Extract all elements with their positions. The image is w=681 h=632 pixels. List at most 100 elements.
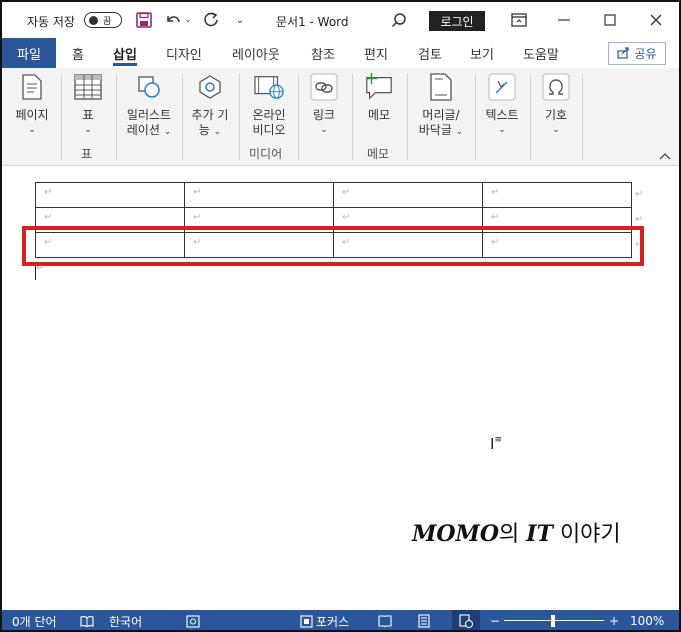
login-button[interactable]: 로그인 (429, 11, 485, 31)
table-cell[interactable]: ↵ (35, 182, 185, 208)
ribbon-divider (352, 74, 353, 160)
ribbon-insert: 페이지 ⌄ 표 ⌄ 표 일러스트 레이션 ⌄ 추가 기 능 ⌄ 온라인 비디오 … (2, 68, 679, 166)
ribbon-divider (61, 74, 62, 160)
header-footer-button[interactable]: 머리글/ 바닥글 ⌄ (412, 72, 470, 140)
table-button[interactable]: 표 ⌄ (68, 72, 108, 138)
ribbon-divider (298, 74, 299, 160)
online-video-icon (254, 72, 284, 102)
collapse-ribbon-icon[interactable] (659, 150, 671, 163)
chevron-down-icon: ⌄ (552, 125, 560, 135)
share-button[interactable]: 공유 (608, 42, 666, 65)
group-label-comments: 메모 (367, 147, 390, 161)
zoom-level[interactable]: 100% (630, 610, 664, 630)
header-footer-icon (426, 72, 456, 102)
ribbon-display-icon[interactable] (510, 12, 528, 28)
share-label: 공유 (634, 47, 657, 61)
ribbon-tabs: 파일 홈 삽입 디자인 레이아웃 참조 편지 검토 보기 도움말 공유 (2, 38, 679, 68)
table-label: 표 (82, 108, 94, 122)
text-label: 텍스트 (485, 108, 519, 122)
share-icon (617, 46, 630, 62)
link-icon (309, 72, 339, 102)
tab-layout[interactable]: 레이아웃 (232, 38, 280, 68)
addins-label-2: 능 ⌄ (198, 123, 222, 137)
tab-insert[interactable]: 삽입 (113, 38, 137, 68)
focus-icon[interactable] (300, 610, 313, 630)
watermark-brand: MOMO (412, 521, 500, 547)
end-of-row-mark: ↵ (635, 189, 644, 200)
illustrations-label-1: 일러스트 (126, 108, 172, 122)
minimize-icon[interactable] (557, 12, 571, 28)
group-label-media: 미디어 (249, 147, 283, 161)
comment-button[interactable]: 메모 (358, 72, 400, 123)
customize-toolbar-icon[interactable]: ⌄ (233, 12, 247, 28)
ribbon-divider (475, 74, 476, 160)
online-video-button[interactable]: 온라인 비디오 (246, 72, 292, 138)
autosave-toggle[interactable]: 끔 (84, 12, 122, 28)
toggle-knob (89, 15, 98, 25)
watermark-mid: 의 (499, 522, 527, 547)
tab-mailings[interactable]: 편지 (364, 38, 388, 68)
web-layout-icon[interactable] (452, 610, 480, 630)
ribbon-divider (239, 74, 240, 160)
table-cell[interactable]: ↵ (482, 182, 632, 208)
table-cell[interactable]: ↵ (333, 182, 483, 208)
read-mode-icon[interactable] (378, 610, 392, 630)
pages-button[interactable]: 페이지 ⌄ (10, 72, 54, 138)
word-count[interactable]: 0개 단어 (12, 610, 57, 630)
zoom-out-button[interactable]: − (490, 610, 500, 630)
tab-file[interactable]: 파일 (2, 38, 56, 68)
tab-view[interactable]: 보기 (470, 38, 494, 68)
print-layout-icon[interactable] (418, 610, 430, 630)
word-window: 자동 저장 끔 ⌄ ⌄ 문서1 - Word 로그인 파일 홈 삽입 디자인 레… (0, 0, 681, 632)
close-icon[interactable] (648, 12, 664, 28)
symbols-label: 기호 (544, 108, 568, 122)
text-icon (487, 72, 517, 102)
ribbon-divider (182, 74, 183, 160)
group-label-table: 표 (81, 147, 93, 161)
autosave-state: 끔 (103, 16, 112, 27)
zoom-slider-thumb[interactable] (551, 615, 555, 627)
illustrations-label-2: 레이션 ⌄ (126, 123, 172, 137)
table-row: ↵ ↵ ↵ ↵ (35, 182, 632, 208)
book-icon[interactable] (80, 610, 94, 630)
ribbon-divider (582, 74, 583, 160)
maximize-icon[interactable] (603, 12, 617, 28)
status-bar: 0개 단어 한국어 포커스 − + 100% (2, 610, 679, 630)
text-button[interactable]: 텍스트 ⌄ (480, 72, 524, 138)
addins-icon (195, 72, 225, 102)
zoom-in-button[interactable]: + (609, 610, 619, 630)
chevron-down-icon: ⌄ (498, 125, 506, 135)
table-icon (73, 72, 103, 102)
tab-home[interactable]: 홈 (72, 38, 84, 68)
table-cell[interactable]: ↵ (184, 182, 334, 208)
ribbon-divider (116, 74, 117, 160)
ribbon-divider (407, 74, 408, 160)
focus-button[interactable]: 포커스 (316, 610, 349, 630)
undo-icon[interactable] (163, 11, 183, 29)
tab-review[interactable]: 검토 (418, 38, 442, 68)
chevron-down-icon: ⌄ (28, 125, 36, 135)
search-icon[interactable] (390, 11, 408, 29)
save-icon[interactable] (135, 11, 153, 29)
watermark-tail: 이야기 (552, 522, 621, 547)
illustrations-button[interactable]: 일러스트 레이션 ⌄ (122, 72, 176, 140)
tab-references[interactable]: 참조 (311, 38, 335, 68)
tab-help[interactable]: 도움말 (523, 38, 559, 68)
language-indicator[interactable]: 한국어 (109, 610, 142, 630)
redo-icon[interactable] (201, 11, 221, 29)
accessibility-icon[interactable] (186, 610, 200, 630)
pages-label: 페이지 (15, 108, 49, 122)
link-button[interactable]: 링크 ⌄ (304, 72, 344, 138)
comment-label: 메모 (367, 108, 391, 122)
addins-button[interactable]: 추가 기 능 ⌄ (187, 72, 233, 140)
chevron-down-icon: ⌄ (320, 125, 328, 135)
header-footer-label-1: 머리글/ (422, 108, 460, 122)
row-highlight-box (22, 226, 644, 266)
autosave-label: 자동 저장 (27, 15, 75, 29)
symbols-button[interactable]: 기호 ⌄ (537, 72, 575, 138)
shapes-icon (134, 72, 164, 102)
chevron-down-icon: ⌄ (84, 125, 92, 135)
omega-icon (541, 72, 571, 102)
undo-dropdown-icon[interactable]: ⌄ (183, 13, 193, 27)
tab-design[interactable]: 디자인 (166, 38, 202, 68)
